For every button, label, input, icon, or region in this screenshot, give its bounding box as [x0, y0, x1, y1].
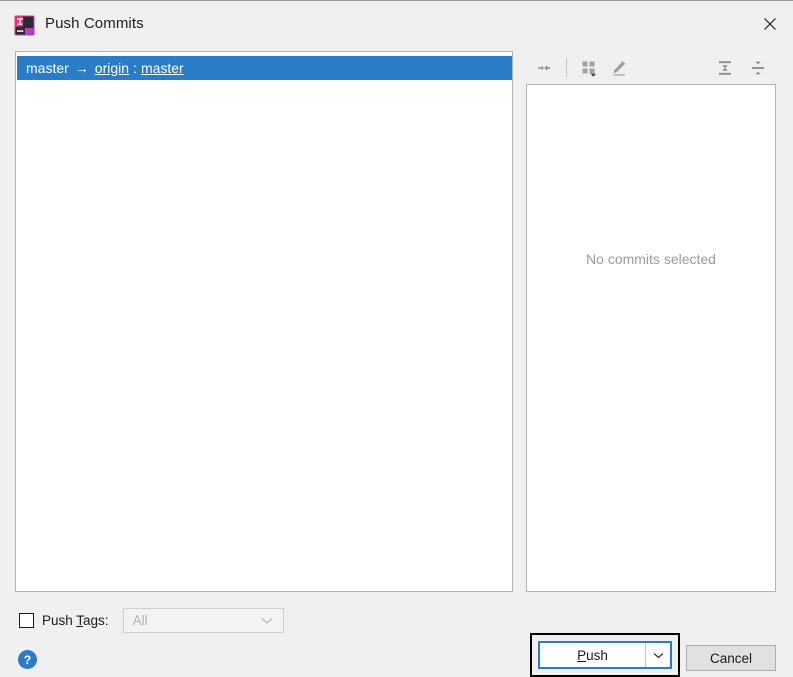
group-by-icon[interactable]	[577, 56, 601, 80]
toolbar-separator	[566, 58, 567, 77]
push-tags-row: Push Tags: All	[19, 607, 284, 633]
empty-state-message: No commits selected	[586, 251, 716, 267]
remote-link[interactable]: origin	[95, 60, 129, 76]
source-branch-label: master	[26, 60, 69, 76]
arrow-right-icon: →	[74, 60, 89, 76]
push-label-mnemonic: P	[577, 647, 587, 663]
push-tags-checkbox[interactable]	[19, 612, 34, 628]
chevron-down-icon	[261, 613, 273, 628]
target-branch-link[interactable]: master	[141, 60, 184, 76]
help-glyph: ?	[23, 652, 32, 667]
push-label-suffix: ush	[586, 647, 608, 663]
push-button-label[interactable]: Push	[540, 643, 645, 667]
collapse-all-icon[interactable]	[746, 56, 770, 80]
collapse-to-left-icon[interactable]	[532, 56, 556, 80]
title-bar: Push Commits	[0, 0, 793, 47]
cancel-button[interactable]: Cancel	[686, 645, 776, 671]
push-tags-label[interactable]: Push Tags:	[42, 613, 109, 628]
commit-list-panel[interactable]: master → origin : master	[15, 51, 513, 592]
page-title: Push Commits	[45, 15, 144, 32]
push-dropdown-chevron-down-icon[interactable]	[645, 643, 670, 667]
expand-all-icon[interactable]	[713, 56, 737, 80]
push-tags-select-value: All	[132, 612, 148, 628]
branch-separator: :	[133, 60, 137, 76]
commit-details-panel: No commits selected	[526, 84, 776, 592]
close-icon[interactable]	[747, 1, 793, 46]
details-toolbar	[527, 52, 776, 84]
list-item[interactable]: master → origin : master	[17, 56, 512, 80]
push-button[interactable]: Push	[538, 641, 672, 669]
push-tags-label-prefix: Push	[42, 612, 77, 628]
push-tags-label-suffix: ags:	[83, 612, 109, 628]
intellij-idea-icon	[14, 15, 35, 36]
push-tags-select[interactable]: All	[122, 607, 284, 633]
edit-icon[interactable]	[607, 56, 631, 80]
help-icon[interactable]: ?	[18, 650, 37, 669]
